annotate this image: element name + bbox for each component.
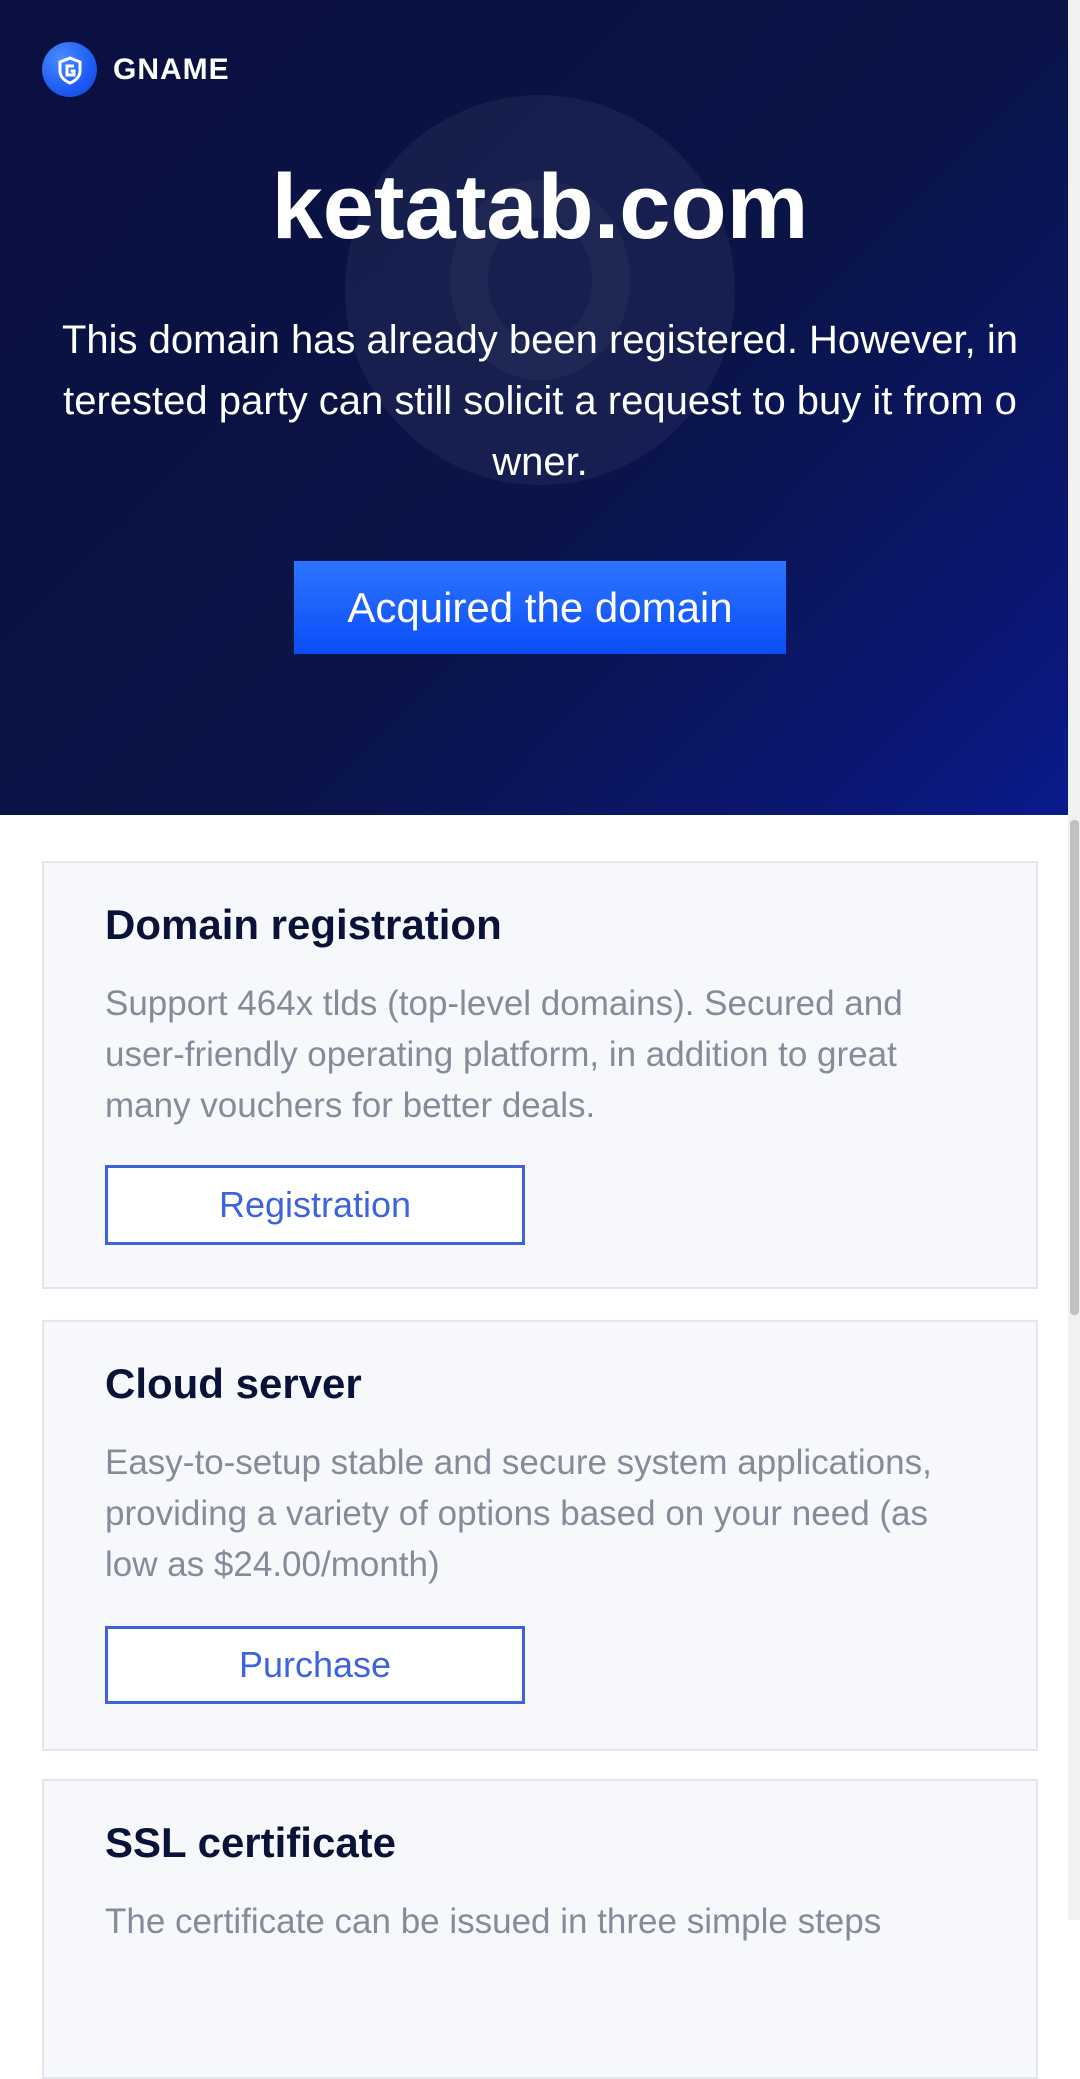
registration-button[interactable]: Registration <box>105 1165 525 1245</box>
domain-title: ketatab.com <box>271 156 809 258</box>
card-title: Domain registration <box>105 901 502 948</box>
card-description: Support 464x tlds (top-level domains). S… <box>105 984 903 1125</box>
card-description: The certificate can be issued in three s… <box>105 1902 882 1941</box>
acquire-domain-button[interactable]: Acquired the domain <box>294 561 786 654</box>
card-description: Easy-to-setup stable and secure system a… <box>105 1443 932 1584</box>
ssl-certificate-card: SSL certificate The certificate can be i… <box>42 1779 1038 2079</box>
cloud-server-card: Cloud server Easy-to-setup stable and se… <box>42 1320 1038 1751</box>
domain-registration-card: Domain registration Support 464x tlds (t… <box>42 861 1038 1289</box>
brand-logo[interactable]: GNAME <box>42 42 230 97</box>
card-title: Cloud server <box>105 1360 362 1407</box>
purchase-button[interactable]: Purchase <box>105 1626 525 1704</box>
card-title: SSL certificate <box>105 1819 397 1866</box>
hero-banner: GNAME ketatab.com This domain has alread… <box>0 0 1068 815</box>
scrollbar-thumb[interactable] <box>1070 820 1079 1315</box>
gname-g-logo-icon <box>42 42 97 97</box>
registered-message: This domain has already been registered.… <box>61 318 1019 484</box>
brand-name: GNAME <box>113 52 230 86</box>
